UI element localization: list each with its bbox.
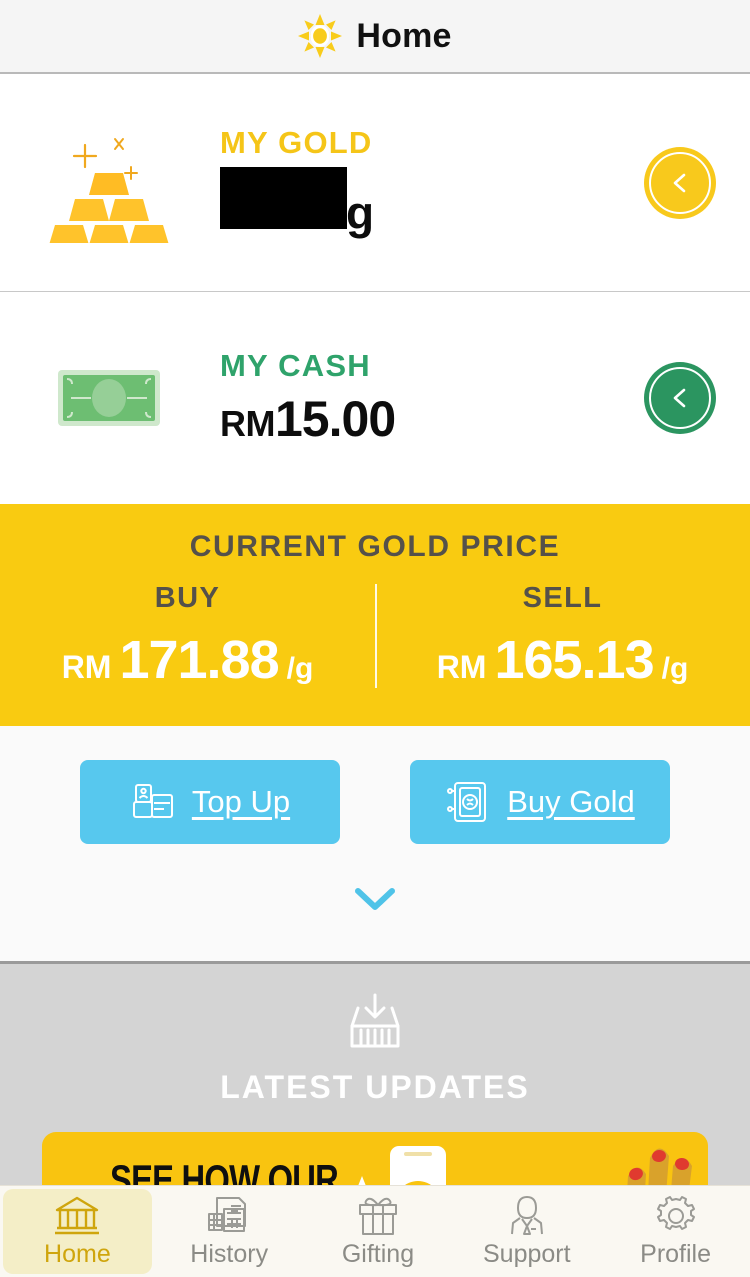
quick-actions-area: Top Up Buy Gold xyxy=(0,726,750,964)
app-root: Home MY GOLD g MY CASH RM 15.00 CURRENT … xyxy=(0,0,750,1277)
cash-value: 15.00 xyxy=(275,391,396,447)
my-cash-label: MY CASH xyxy=(220,348,371,383)
nav-label-gifting: Gifting xyxy=(341,1240,415,1268)
nav-label-home: Home xyxy=(44,1240,111,1268)
chevron-down-icon xyxy=(355,888,395,910)
nav-item-history[interactable]: History xyxy=(155,1186,304,1277)
buy-price-column: BUY RM 171.88 /g xyxy=(0,582,375,691)
my-gold-label: MY GOLD xyxy=(220,125,373,160)
bank-icon xyxy=(55,1196,100,1235)
nav-label-support: Support xyxy=(483,1240,571,1268)
documents-calculator-icon xyxy=(208,1197,247,1232)
sell-amount: 165.13 xyxy=(494,630,654,690)
buy-price-value: RM 171.88 /g xyxy=(0,629,375,691)
promo-banner-text: SEE HOW OUR xyxy=(110,1156,339,1185)
my-gold-info: MY GOLD g xyxy=(218,125,610,240)
latest-updates-header: LATEST UPDATES xyxy=(0,964,750,1106)
top-up-label: Top Up xyxy=(191,784,291,819)
chevron-left-icon xyxy=(673,388,686,408)
my-cash-action[interactable] xyxy=(610,362,750,434)
gold-price-columns: BUY RM 171.88 /g SELL RM 165.13 /g xyxy=(0,582,750,691)
cash-currency: RM xyxy=(220,403,276,444)
person-suit-icon xyxy=(510,1196,543,1235)
banknote-icon xyxy=(0,369,218,427)
sell-price-value: RM 165.13 /g xyxy=(375,629,750,691)
nav-item-support[interactable]: Support xyxy=(452,1186,601,1277)
price-divider xyxy=(375,584,377,688)
top-up-button[interactable]: Top Up xyxy=(80,760,340,844)
my-cash-row[interactable]: MY CASH RM 15.00 xyxy=(0,292,750,504)
my-gold-row[interactable]: MY GOLD g xyxy=(0,74,750,292)
page-title: Home xyxy=(356,16,452,55)
gear-icon xyxy=(656,1196,695,1230)
wallet-card-icon xyxy=(132,784,173,818)
sun-icon xyxy=(298,14,343,58)
nav-item-profile[interactable]: Profile xyxy=(601,1186,750,1277)
expand-more-button[interactable] xyxy=(0,886,750,912)
my-gold-action[interactable] xyxy=(610,146,750,219)
sell-price-column: SELL RM 165.13 /g xyxy=(375,582,750,691)
gold-unit: g xyxy=(346,187,375,239)
my-gold-amount: g xyxy=(220,167,610,240)
promo-banner[interactable]: SEE HOW OUR xyxy=(42,1132,708,1185)
nav-item-gifting[interactable]: Gifting xyxy=(304,1186,453,1277)
promo-banner-art xyxy=(358,1146,692,1185)
sell-label: SELL xyxy=(522,582,603,614)
gift-box-icon xyxy=(358,1197,397,1235)
buy-amount: 171.88 xyxy=(119,630,279,690)
chevron-left-icon xyxy=(673,173,686,192)
quick-actions: Top Up Buy Gold xyxy=(0,726,750,844)
gold-detail-button[interactable] xyxy=(644,146,716,219)
app-header: Home xyxy=(0,0,750,74)
safe-vault-icon xyxy=(447,782,487,822)
gold-bars-icon xyxy=(0,123,218,243)
sell-currency: RM xyxy=(436,649,487,685)
nav-item-home[interactable]: Home xyxy=(3,1189,152,1274)
nav-label-profile: Profile xyxy=(640,1240,712,1268)
current-gold-price-panel: CURRENT GOLD PRICE BUY RM 171.88 /g SELL… xyxy=(0,504,750,726)
buy-gold-label: Buy Gold xyxy=(507,784,635,819)
buy-unit: /g xyxy=(286,652,314,685)
sparkle-icon xyxy=(358,1176,366,1185)
buy-label: BUY xyxy=(154,582,221,614)
latest-updates-title: LATEST UPDATES xyxy=(220,1069,530,1105)
redacted-value xyxy=(220,167,347,229)
sell-unit: /g xyxy=(661,652,689,685)
buy-gold-button[interactable]: Buy Gold xyxy=(410,760,670,844)
nav-label-history: History xyxy=(190,1240,269,1268)
my-cash-amount: RM 15.00 xyxy=(220,390,610,448)
inbox-tray-icon xyxy=(344,993,406,1054)
buy-currency: RM xyxy=(61,649,112,685)
bottom-navigation: Home History Gifting Support Profile xyxy=(0,1185,750,1277)
latest-updates-section: LATEST UPDATES SEE HOW OUR xyxy=(0,964,750,1185)
gold-price-title: CURRENT GOLD PRICE xyxy=(189,530,561,563)
my-cash-info: MY CASH RM 15.00 xyxy=(218,348,610,448)
phone-play-icon xyxy=(390,1146,446,1185)
cash-detail-button[interactable] xyxy=(644,362,716,434)
